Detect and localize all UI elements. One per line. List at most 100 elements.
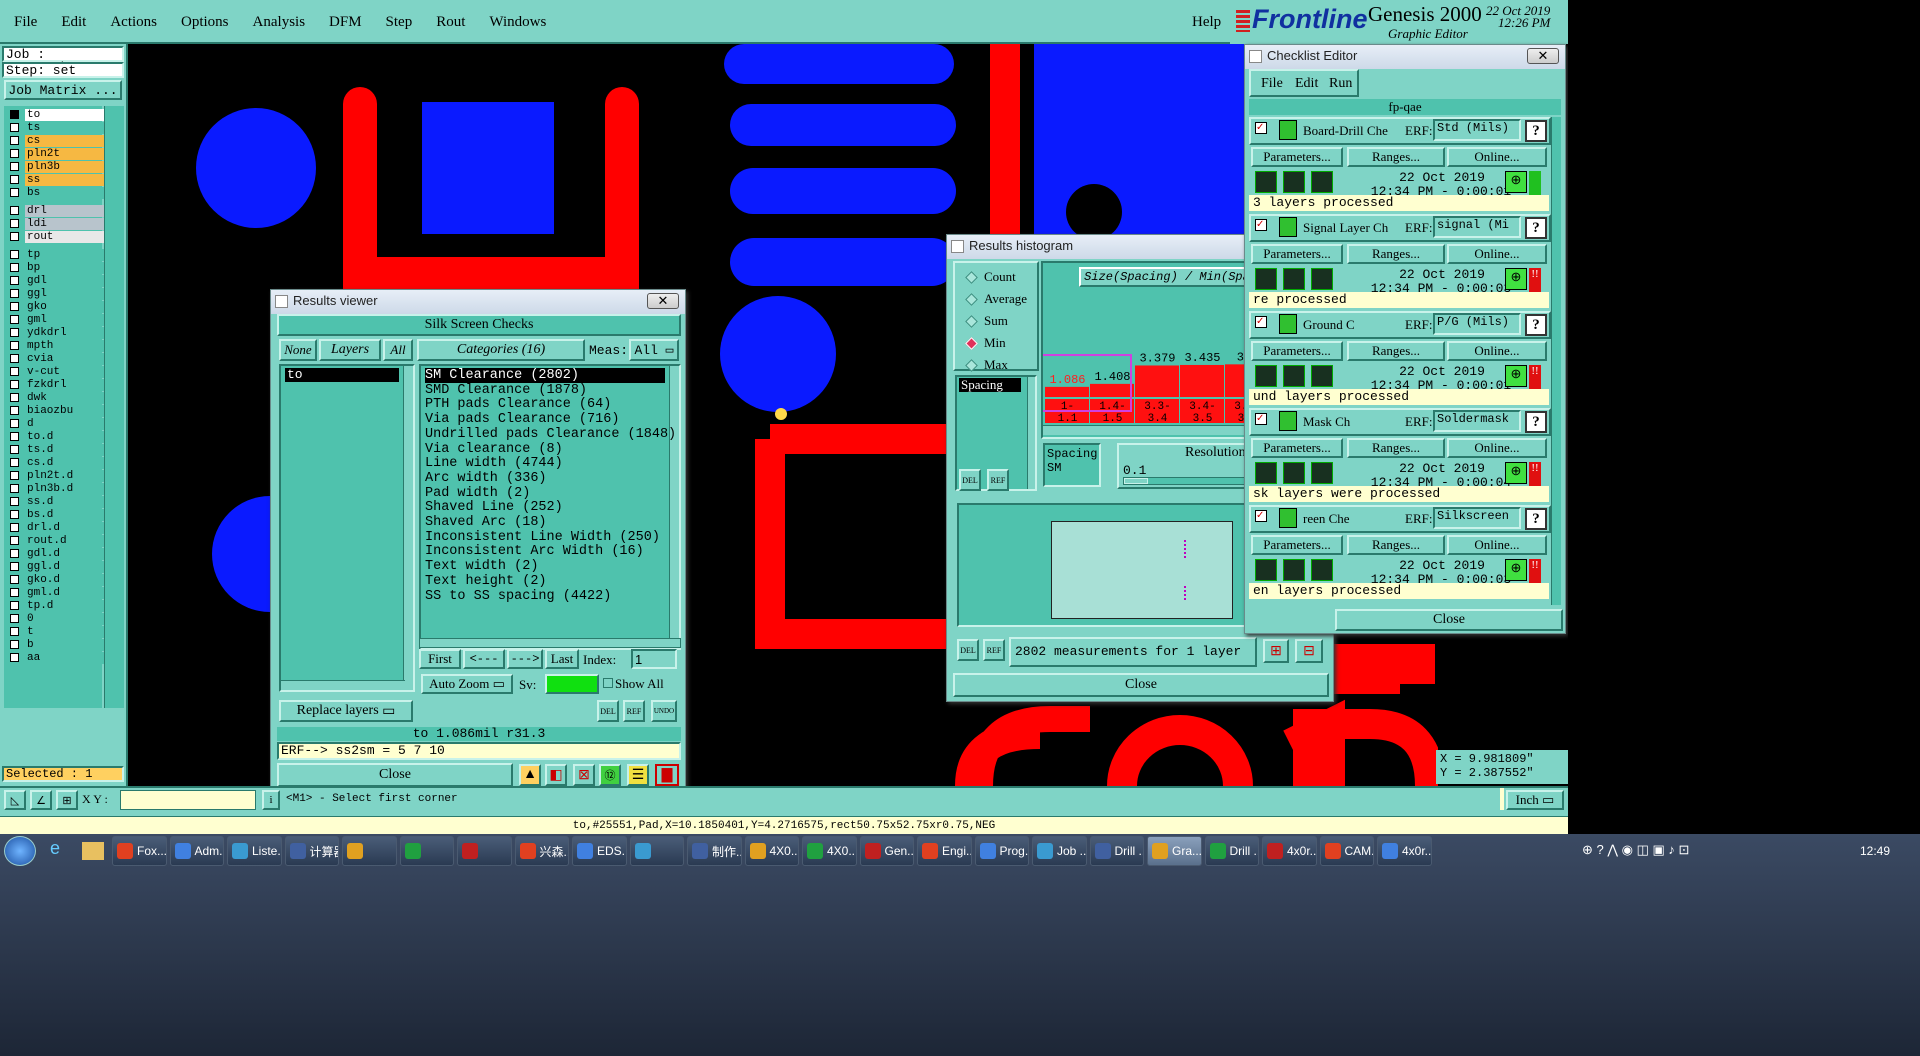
xy-input[interactable] xyxy=(120,790,256,810)
run-icon[interactable] xyxy=(1311,559,1333,581)
layer-row[interactable]: ts xyxy=(10,121,106,134)
report-icon[interactable]: ⊟ xyxy=(1295,639,1323,663)
layer-name[interactable]: bp xyxy=(25,261,106,274)
layer-row[interactable]: pln3b xyxy=(10,160,106,173)
layer-checkbox[interactable] xyxy=(10,588,19,597)
taskbar-item[interactable]: EDS... xyxy=(572,836,627,866)
layer-name[interactable]: ggl xyxy=(25,287,106,300)
run-icon[interactable] xyxy=(1283,462,1305,484)
checklist-menu-file[interactable]: File xyxy=(1261,76,1283,92)
close-icon[interactable]: ✕ xyxy=(1527,48,1559,64)
layer-checkbox[interactable] xyxy=(10,419,19,428)
menu-actions[interactable]: Actions xyxy=(110,14,157,31)
layer-name[interactable]: rout.d xyxy=(25,534,106,547)
layer-row[interactable]: ydkdrl xyxy=(10,326,106,339)
layer-checkbox[interactable] xyxy=(10,614,19,623)
close-icon[interactable]: ✕ xyxy=(647,293,679,309)
checklist-close-button[interactable]: Close xyxy=(1335,609,1563,631)
layer-row[interactable]: bs.d xyxy=(10,508,106,521)
spacing-item[interactable]: Spacing xyxy=(959,378,1021,392)
layer-row[interactable]: bs xyxy=(10,186,106,199)
online-button[interactable]: Online... xyxy=(1447,244,1547,264)
histogram-bar[interactable] xyxy=(1090,383,1134,397)
check-enable-checkbox[interactable]: ✓ xyxy=(1255,122,1267,134)
layer-name[interactable]: dwk xyxy=(25,391,106,404)
layer-row[interactable]: dwk xyxy=(10,391,106,404)
radio-icon[interactable] xyxy=(965,358,978,372)
layer-name[interactable]: pln2t.d xyxy=(25,469,106,482)
layer-checkbox[interactable] xyxy=(10,149,19,158)
layer-row[interactable]: b xyxy=(10,638,106,651)
zoom-icon[interactable]: ⊕ xyxy=(1505,268,1527,290)
layer-list-hscroll[interactable] xyxy=(281,680,405,690)
all-button[interactable]: All xyxy=(383,339,413,361)
taskbar-item[interactable]: 4X0... xyxy=(802,836,857,866)
run-icon[interactable] xyxy=(1311,171,1333,193)
ref-icon[interactable]: REF xyxy=(623,700,645,722)
category-item[interactable]: Shaved Arc (18) xyxy=(425,515,547,530)
menu-options[interactable]: Options xyxy=(181,14,229,31)
job-matrix-button[interactable]: Job Matrix ... xyxy=(4,80,122,100)
taskbar-item[interactable]: 4x0r... xyxy=(1377,836,1432,866)
layer-row[interactable]: pln2t xyxy=(10,147,106,160)
histogram-close-button[interactable]: Close xyxy=(953,673,1329,697)
layer-name[interactable]: rout xyxy=(25,230,106,243)
layer-checkbox[interactable] xyxy=(10,354,19,363)
layer-name[interactable]: fzkdrl xyxy=(25,378,106,391)
ref-icon[interactable]: REF xyxy=(983,639,1005,661)
taskbar-item[interactable] xyxy=(629,836,684,866)
tool-icon-4[interactable]: ⑫ xyxy=(599,764,621,786)
layer-checkbox[interactable] xyxy=(10,289,19,298)
taskbar-item[interactable]: 兴森... xyxy=(514,836,569,866)
taskbar-item[interactable]: Gra... xyxy=(1147,836,1202,866)
online-button[interactable]: Online... xyxy=(1447,535,1547,555)
layer-row[interactable]: d xyxy=(10,417,106,430)
layer-checkbox[interactable] xyxy=(10,406,19,415)
category-item[interactable]: Line width (4744) xyxy=(425,456,563,471)
checklist-menu-edit[interactable]: Edit xyxy=(1295,76,1318,92)
layer-name[interactable]: tp xyxy=(25,248,106,261)
run-icon[interactable] xyxy=(1283,268,1305,290)
layer-list[interactable]: to ts cs pln2t pln3b ss bs drl ldi rout tp bp gdl ggl… xyxy=(4,106,106,708)
check-enable-checkbox[interactable]: ✓ xyxy=(1255,316,1267,328)
erf-select[interactable]: signal (Mi xyxy=(1433,216,1521,238)
category-item[interactable]: SMD Clearance (1878) xyxy=(425,383,587,398)
category-list[interactable]: SM Clearance (2802) SMD Clearance (1878) P… xyxy=(419,364,681,650)
del-icon[interactable]: DEL xyxy=(597,700,619,722)
parameters-button[interactable]: Parameters... xyxy=(1251,535,1343,555)
layer-row[interactable]: rout xyxy=(10,230,106,243)
layer-checkbox[interactable] xyxy=(10,575,19,584)
layer-name[interactable]: ggl.d xyxy=(25,560,106,573)
run-icon[interactable] xyxy=(1255,462,1277,484)
layer-row[interactable]: gdl.d xyxy=(10,547,106,560)
layer-name[interactable]: mpth xyxy=(25,339,106,352)
layer-name[interactable]: ydkdrl xyxy=(25,326,106,339)
layer-name[interactable]: drl.d xyxy=(25,521,106,534)
erf-select[interactable]: Std (Mils) xyxy=(1433,119,1521,141)
layer-row[interactable]: ggl xyxy=(10,287,106,300)
ranges-button[interactable]: Ranges... xyxy=(1347,244,1445,264)
layer-name[interactable]: pln3b xyxy=(25,160,106,173)
ranges-button[interactable]: Ranges... xyxy=(1347,535,1445,555)
layer-name[interactable]: pln2t xyxy=(25,147,106,160)
category-item[interactable]: Inconsistent Line Width (250) xyxy=(425,530,660,545)
category-item[interactable]: Undrilled pads Clearance (1848) xyxy=(425,427,676,442)
taskbar-item[interactable]: 4x0r... xyxy=(1262,836,1317,866)
taskbar-item[interactable]: Fox... xyxy=(112,836,167,866)
layer-row[interactable]: mpth xyxy=(10,339,106,352)
layer-row[interactable]: to.d xyxy=(10,430,106,443)
layer-name[interactable]: d xyxy=(25,417,106,430)
layer-checkbox[interactable] xyxy=(10,232,19,241)
run-icon[interactable] xyxy=(1255,171,1277,193)
category-item[interactable]: Arc width (336) xyxy=(425,471,547,486)
layer-name[interactable]: pln3b.d xyxy=(25,482,106,495)
layer-checkbox[interactable] xyxy=(10,458,19,467)
layer-name[interactable]: gdl xyxy=(25,274,106,287)
run-icon[interactable] xyxy=(1283,365,1305,387)
run-icon[interactable] xyxy=(1255,268,1277,290)
run-icon[interactable] xyxy=(1283,559,1305,581)
ref-icon[interactable]: REF xyxy=(987,469,1009,491)
layer-row[interactable]: pln3b.d xyxy=(10,482,106,495)
help-icon[interactable]: ? xyxy=(1525,411,1547,433)
layer-row[interactable]: pln2t.d xyxy=(10,469,106,482)
